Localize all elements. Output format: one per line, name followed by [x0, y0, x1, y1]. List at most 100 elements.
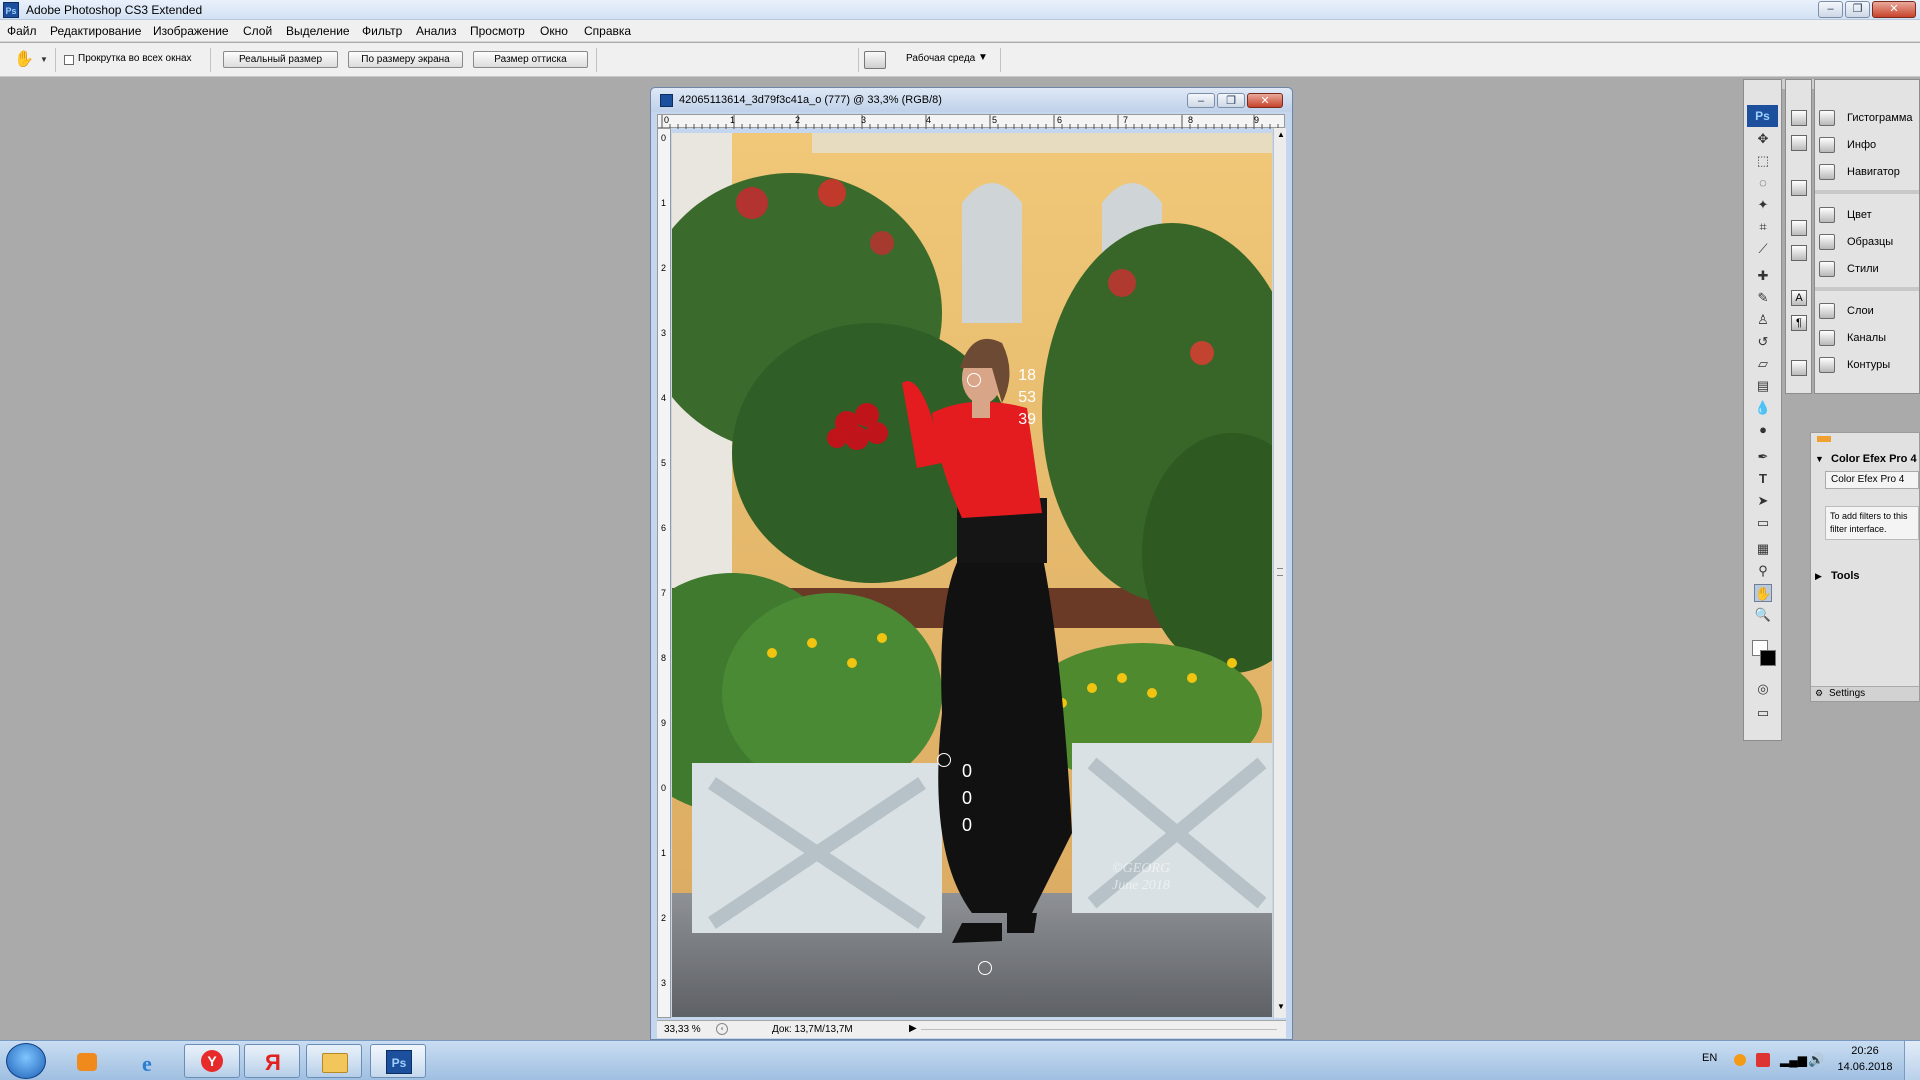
gradient-tool-icon[interactable]: ▤	[1754, 377, 1772, 395]
zoom-level[interactable]: 33,33 %	[664, 1024, 701, 1035]
workspace-menu[interactable]: Рабочая среда	[906, 53, 975, 64]
menu-edit[interactable]: Редактирование	[50, 24, 141, 38]
color-sampler-2-icon[interactable]	[937, 753, 951, 767]
collapse-triangle-icon[interactable]: ▼	[1815, 454, 1824, 464]
volume-icon[interactable]: 🔊	[1808, 1052, 1824, 1068]
tool-presets-icon[interactable]	[1791, 180, 1807, 196]
menu-image[interactable]: Изображение	[153, 24, 229, 38]
color-efex-tab-icon[interactable]	[1817, 436, 1831, 442]
actions-panel-icon[interactable]	[1791, 135, 1807, 151]
doc-minimize-button[interactable]: –	[1187, 93, 1215, 108]
show-desktop-button[interactable]	[1904, 1041, 1920, 1080]
tray-security-icon[interactable]	[1756, 1053, 1770, 1067]
scroll-up-arrow-icon[interactable]: ▲	[1277, 130, 1285, 139]
path-selection-tool-icon[interactable]: ➤	[1754, 492, 1772, 510]
eraser-tool-icon[interactable]: ▱	[1754, 355, 1772, 373]
taskbar-photoshop[interactable]: Ps	[370, 1044, 426, 1078]
actual-pixels-button[interactable]: Реальный размер	[223, 51, 338, 68]
status-menu-arrow-icon[interactable]: ▶	[909, 1023, 917, 1034]
watermark-line1: ©GEORG	[1112, 861, 1171, 876]
type-tool-icon[interactable]: T	[1754, 470, 1772, 488]
brushes-panel-icon[interactable]	[1791, 220, 1807, 236]
settings-link[interactable]: Settings	[1829, 688, 1865, 699]
shape-tool-icon[interactable]: ▭	[1754, 514, 1772, 532]
scroll-down-arrow-icon[interactable]: ▼	[1277, 1002, 1285, 1011]
tool-preset-chevron-icon[interactable]: ▼	[40, 55, 48, 64]
start-button-icon[interactable]	[6, 1043, 46, 1079]
separator	[210, 48, 211, 72]
maximize-button[interactable]: ❐	[1845, 1, 1870, 18]
scroll-thumb-grip[interactable]	[1277, 568, 1283, 576]
ruler-label: 8	[661, 653, 667, 663]
taskbar-yandex-browser[interactable]: Y	[184, 1044, 240, 1078]
menu-analysis[interactable]: Анализ	[416, 24, 457, 38]
document-title-bar[interactable]: 42065113614_3d79f3c41a_o (777) @ 33,3% (…	[651, 88, 1292, 112]
doc-close-button[interactable]: ✕	[1247, 93, 1283, 108]
color-efex-tools[interactable]: Tools	[1831, 570, 1860, 582]
history-brush-tool-icon[interactable]: ↺	[1754, 333, 1772, 351]
menu-file[interactable]: Файл	[7, 24, 37, 38]
clock-time[interactable]: 20:26	[1837, 1045, 1893, 1057]
color-sampler-3-icon[interactable]	[978, 961, 992, 975]
menu-window[interactable]: Окно	[540, 24, 568, 38]
taskbar-media-player[interactable]	[58, 1044, 114, 1078]
clone-stamp-tool-icon[interactable]: ♙	[1754, 311, 1772, 329]
workspace-chevron-icon[interactable]: ▼	[978, 52, 988, 63]
taskbar-yandex[interactable]: Я	[244, 1044, 300, 1078]
lasso-tool-icon[interactable]: ◌	[1754, 174, 1772, 192]
workspace-icon[interactable]	[864, 51, 886, 69]
menu-select[interactable]: Выделение	[286, 24, 350, 38]
eyedropper-tool-icon[interactable]: ⚲	[1754, 562, 1772, 580]
menu-help[interactable]: Справка	[584, 24, 631, 38]
horizontal-ruler[interactable]: 0 1 2 3 4 5 6 7 8 9	[657, 114, 1285, 129]
character-panel-icon[interactable]: A	[1791, 290, 1807, 306]
clock-date[interactable]: 14.06.2018	[1837, 1061, 1893, 1073]
status-options-icon[interactable]: ◦	[716, 1023, 728, 1035]
magic-wand-tool-icon[interactable]: ✦	[1754, 196, 1772, 214]
clone-source-icon[interactable]	[1791, 245, 1807, 261]
language-indicator[interactable]: EN	[1702, 1052, 1717, 1064]
scroll-all-windows-checkbox[interactable]	[64, 55, 74, 65]
pen-tool-icon[interactable]: ✒	[1754, 448, 1772, 466]
crop-tool-icon[interactable]: ⌗	[1754, 218, 1772, 236]
vertical-scrollbar[interactable]: ▲ ▼	[1273, 128, 1286, 1018]
slice-tool-icon[interactable]: ⟋	[1754, 240, 1772, 258]
dodge-tool-icon[interactable]: ●	[1754, 421, 1772, 439]
close-button[interactable]: ✕	[1872, 1, 1916, 18]
tools-expand-icon[interactable]: ▶	[1815, 571, 1822, 582]
settings-icon[interactable]: ⚙	[1815, 688, 1823, 699]
healing-brush-tool-icon[interactable]: ✚	[1754, 267, 1772, 285]
notes-tool-icon[interactable]: ▦	[1754, 540, 1772, 558]
color-efex-dropdown[interactable]: Color Efex Pro 4	[1825, 471, 1919, 489]
ruler-label: 6	[661, 523, 667, 533]
fit-screen-button[interactable]: По размеру экрана	[348, 51, 463, 68]
zoom-tool-icon[interactable]: 🔍	[1754, 606, 1772, 624]
minimize-button[interactable]: –	[1818, 1, 1843, 18]
history-panel-icon[interactable]	[1791, 110, 1807, 126]
hand-tool-icon[interactable]: ✋	[14, 50, 34, 70]
move-tool-icon[interactable]: ✥	[1754, 130, 1772, 148]
marquee-tool-icon[interactable]: ⬚	[1754, 152, 1772, 170]
tray-app-icon[interactable]	[1734, 1054, 1746, 1066]
menu-layer[interactable]: Слой	[243, 24, 272, 38]
blur-tool-icon[interactable]: 💧	[1754, 399, 1772, 417]
menu-view[interactable]: Просмотр	[470, 24, 525, 38]
print-size-button[interactable]: Размер оттиска	[473, 51, 588, 68]
color-sampler-1-icon[interactable]	[967, 373, 981, 387]
taskbar-internet-explorer[interactable]: e	[124, 1044, 180, 1078]
background-color-swatch[interactable]	[1760, 650, 1776, 666]
screen-mode-icon[interactable]: ▭	[1754, 704, 1772, 722]
doc-maximize-button[interactable]: ❐	[1217, 93, 1245, 108]
horizontal-scrollbar[interactable]	[921, 1029, 1277, 1030]
vertical-ruler[interactable]: 0 1 2 3 4 5 6 7 8 9 0 1 2 3	[657, 128, 671, 1018]
ruler-label: 1	[661, 848, 667, 858]
brush-tool-icon[interactable]: ✎	[1754, 289, 1772, 307]
layer-comps-icon[interactable]	[1791, 360, 1807, 376]
network-icon[interactable]: ▂▄▆	[1780, 1053, 1807, 1067]
menu-filter[interactable]: Фильтр	[362, 24, 402, 38]
image-canvas[interactable]: 18 53 39 0 0 0 ©GEORG June 2018	[672, 133, 1272, 1017]
paragraph-panel-icon[interactable]: ¶	[1791, 315, 1807, 331]
hand-tool-active-icon[interactable]: ✋	[1754, 584, 1772, 602]
quick-mask-icon[interactable]: ◎	[1754, 680, 1772, 698]
taskbar-explorer[interactable]	[306, 1044, 362, 1078]
